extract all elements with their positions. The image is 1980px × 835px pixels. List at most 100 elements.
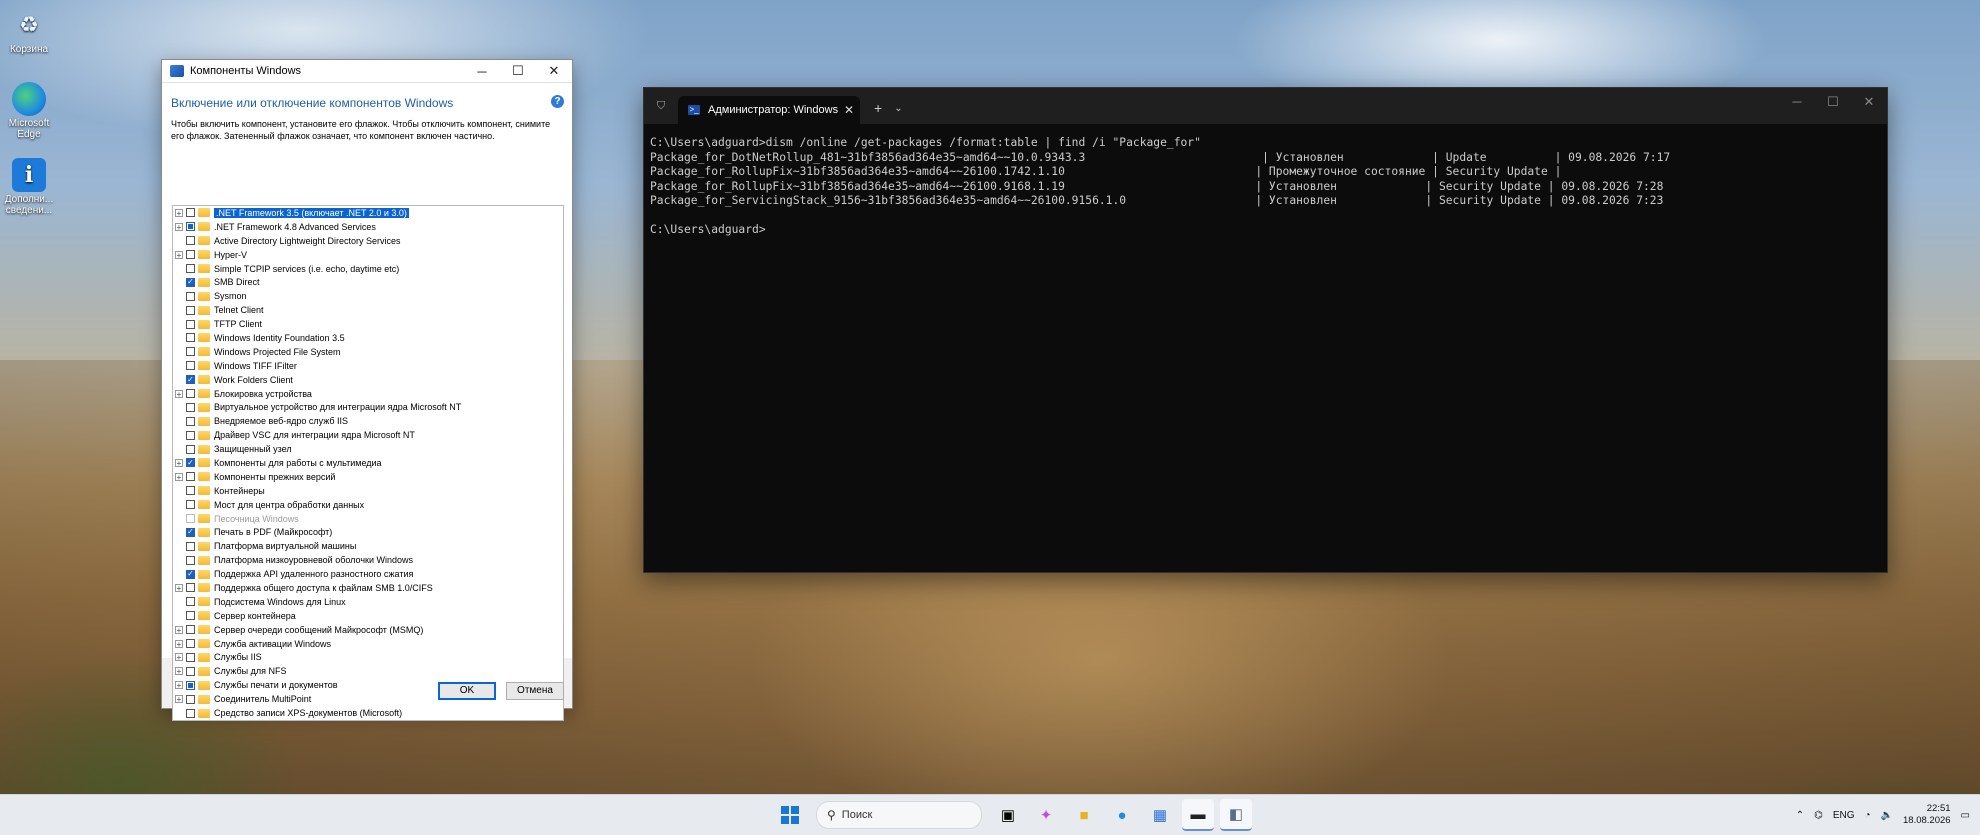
help-icon[interactable]: ? bbox=[551, 95, 564, 108]
feature-item[interactable]: + Компоненты прежних версий bbox=[173, 470, 563, 484]
ok-button[interactable]: OK bbox=[438, 682, 496, 700]
feature-item[interactable]: Подсистема Windows для Linux bbox=[173, 595, 563, 609]
feature-checkbox[interactable] bbox=[186, 430, 195, 440]
feature-item[interactable]: + Компоненты для работы с мультимедиа bbox=[173, 456, 563, 470]
feature-checkbox[interactable] bbox=[186, 236, 195, 246]
features-tree[interactable]: + .NET Framework 3.5 (включает .NET 2.0 и… bbox=[172, 205, 564, 721]
feature-checkbox[interactable] bbox=[186, 583, 195, 593]
desktop-icon-edge[interactable]: Microsoft Edge bbox=[4, 82, 54, 140]
feature-item[interactable]: Telnet Client bbox=[173, 303, 563, 317]
expand-icon[interactable]: + bbox=[175, 667, 183, 676]
feature-item[interactable]: + .NET Framework 4.8 Advanced Services bbox=[173, 220, 563, 234]
feature-checkbox[interactable] bbox=[186, 652, 195, 662]
language-indicator[interactable]: ENG bbox=[1833, 810, 1855, 821]
feature-item[interactable]: Simple TCPIP services (i.e. echo, daytim… bbox=[173, 262, 563, 276]
feature-checkbox[interactable] bbox=[186, 277, 195, 287]
feature-item[interactable]: TFTP Client bbox=[173, 317, 563, 331]
feature-item[interactable]: Печать в PDF (Майкрософт) bbox=[173, 525, 563, 539]
feature-item[interactable]: + Службы для NFS bbox=[173, 664, 563, 678]
feature-item[interactable]: + Поддержка общего доступа к файлам SMB 1… bbox=[173, 581, 563, 595]
clock[interactable]: 22:51 18.08.2026 bbox=[1903, 803, 1951, 827]
expand-icon[interactable]: + bbox=[175, 625, 183, 634]
feature-checkbox[interactable] bbox=[186, 347, 195, 357]
expand-icon[interactable]: + bbox=[175, 472, 183, 481]
expand-icon[interactable]: + bbox=[175, 681, 183, 690]
feature-checkbox[interactable] bbox=[186, 666, 195, 676]
minimize-icon[interactable]: ─ bbox=[1779, 88, 1815, 116]
feature-checkbox[interactable] bbox=[186, 361, 195, 371]
maximize-icon[interactable]: ☐ bbox=[500, 63, 536, 79]
feature-item[interactable]: Драйвер VSC для интеграции ядра Microsof… bbox=[173, 428, 563, 442]
feature-item[interactable]: Сервер контейнера bbox=[173, 609, 563, 623]
desktop-icon-info[interactable]: i Дополни... сведени... bbox=[4, 158, 54, 216]
expand-icon[interactable]: + bbox=[175, 583, 183, 592]
file-explorer-icon[interactable]: ■ bbox=[1068, 799, 1100, 831]
feature-item[interactable]: + .NET Framework 3.5 (включает .NET 2.0 и… bbox=[173, 206, 563, 220]
expand-icon[interactable]: + bbox=[175, 458, 183, 467]
feature-item[interactable]: SMB Direct bbox=[173, 275, 563, 289]
network-icon[interactable]: ⌬ bbox=[1814, 810, 1823, 821]
feature-item[interactable]: Windows Identity Foundation 3.5 bbox=[173, 331, 563, 345]
feature-checkbox[interactable] bbox=[186, 375, 195, 385]
cancel-button[interactable]: Отмена bbox=[506, 682, 564, 700]
expand-icon[interactable]: + bbox=[175, 653, 183, 662]
expand-icon[interactable]: + bbox=[175, 389, 183, 398]
volume-icon[interactable]: 🔈 bbox=[1881, 810, 1893, 821]
start-button[interactable] bbox=[774, 799, 806, 831]
new-tab-icon[interactable]: + bbox=[874, 100, 882, 116]
feature-checkbox[interactable] bbox=[186, 222, 195, 232]
windows-features-taskbar-icon[interactable]: ◧ bbox=[1220, 799, 1252, 831]
feature-checkbox[interactable] bbox=[186, 305, 195, 315]
feature-item[interactable]: Платформа низкоуровневой оболочки Window… bbox=[173, 553, 563, 567]
feature-checkbox[interactable] bbox=[186, 541, 195, 551]
chevron-up-icon[interactable]: ⌃ bbox=[1796, 810, 1804, 821]
feature-checkbox[interactable] bbox=[186, 555, 195, 565]
feature-checkbox[interactable] bbox=[186, 500, 195, 510]
feature-checkbox[interactable] bbox=[186, 402, 195, 412]
expand-icon[interactable]: + bbox=[175, 695, 183, 704]
feature-item[interactable]: + Сервер очереди сообщений Майкрософт (MS… bbox=[173, 623, 563, 637]
feature-checkbox[interactable] bbox=[186, 694, 195, 704]
expand-icon[interactable]: + bbox=[175, 208, 183, 217]
feature-item[interactable]: Платформа виртуальной машины bbox=[173, 539, 563, 553]
feature-item[interactable]: Виртуальное устройство для интеграции яд… bbox=[173, 400, 563, 414]
terminal-tab[interactable]: >_ Администратор: Windows Po ✕ bbox=[678, 96, 860, 124]
expand-icon[interactable]: + bbox=[175, 222, 183, 231]
tab-close-icon[interactable]: ✕ bbox=[838, 103, 860, 117]
feature-checkbox[interactable] bbox=[186, 458, 195, 468]
feature-checkbox[interactable] bbox=[186, 680, 195, 690]
edge-icon[interactable]: ● bbox=[1106, 799, 1138, 831]
feature-checkbox[interactable] bbox=[186, 597, 195, 607]
feature-checkbox[interactable] bbox=[186, 389, 195, 399]
notifications-icon[interactable]: ▭ bbox=[1961, 810, 1970, 821]
feature-checkbox[interactable] bbox=[186, 527, 195, 537]
feature-item[interactable]: Active Directory Lightweight Directory S… bbox=[173, 234, 563, 248]
feature-item[interactable]: + Блокировка устройства bbox=[173, 387, 563, 401]
feature-checkbox[interactable] bbox=[186, 444, 195, 454]
feature-checkbox[interactable] bbox=[186, 208, 195, 218]
feature-checkbox[interactable] bbox=[186, 291, 195, 301]
chevron-down-icon[interactable]: ⌄ bbox=[894, 103, 902, 114]
feature-checkbox[interactable] bbox=[186, 625, 195, 635]
feature-checkbox[interactable] bbox=[186, 416, 195, 426]
feature-item[interactable]: + Служба активации Windows bbox=[173, 637, 563, 651]
taskbar-search[interactable]: ⚲ Поиск bbox=[816, 801, 982, 829]
maximize-icon[interactable]: ☐ bbox=[1815, 88, 1851, 116]
feature-item[interactable]: Песочница Windows bbox=[173, 512, 563, 526]
feature-checkbox[interactable] bbox=[186, 333, 195, 343]
task-view-icon[interactable]: ▣ bbox=[992, 799, 1024, 831]
feature-checkbox[interactable] bbox=[186, 319, 195, 329]
terminal-icon[interactable]: ▬ bbox=[1182, 799, 1214, 831]
feature-checkbox[interactable] bbox=[186, 250, 195, 260]
feature-item[interactable]: + Hyper-V bbox=[173, 248, 563, 262]
feature-item[interactable]: Мост для центра обработки данных bbox=[173, 498, 563, 512]
feature-item[interactable]: + Службы IIS bbox=[173, 651, 563, 665]
feature-item[interactable]: Windows TIFF IFilter bbox=[173, 359, 563, 373]
feature-item[interactable]: Поддержка API удаленного разностного сжа… bbox=[173, 567, 563, 581]
feature-item[interactable]: Контейнеры bbox=[173, 484, 563, 498]
wifi-icon[interactable]: ◔ bbox=[1865, 810, 1871, 821]
desktop-icon-recycle-bin[interactable]: ♻ Корзина bbox=[4, 8, 54, 55]
feature-item[interactable]: Внедряемое веб-ядро служб IIS bbox=[173, 414, 563, 428]
expand-icon[interactable]: + bbox=[175, 639, 183, 648]
close-icon[interactable]: ✕ bbox=[1851, 88, 1887, 116]
